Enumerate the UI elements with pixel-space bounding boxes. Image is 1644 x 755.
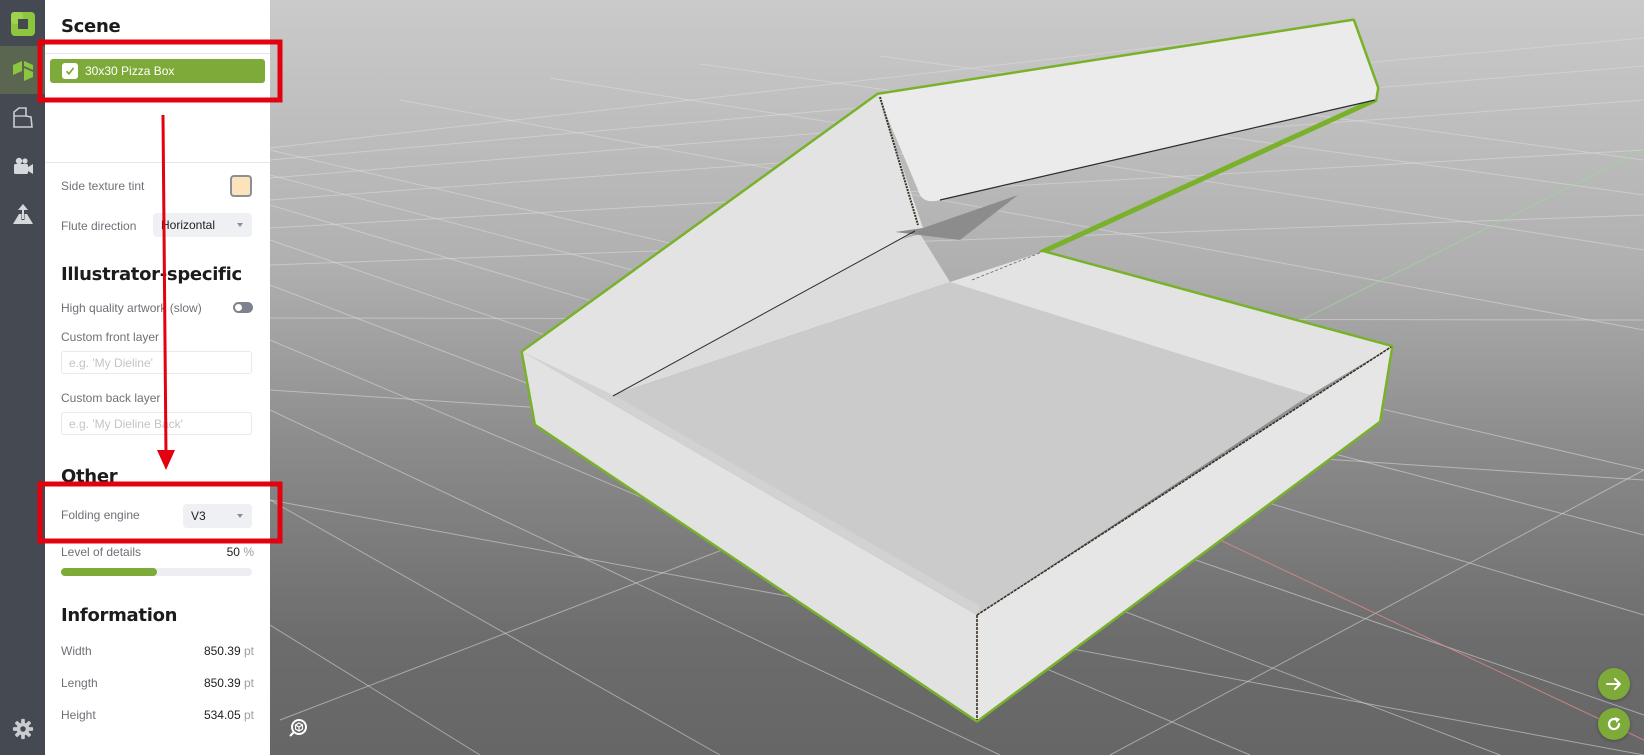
rail-item-home[interactable] (0, 0, 45, 48)
scene-item-label: 30x30 Pizza Box (85, 64, 175, 78)
custom-back-layer-input[interactable]: e.g. 'My Dieline Back' (61, 412, 252, 435)
toggle-knob (235, 304, 242, 311)
other-heading: Other (61, 466, 118, 487)
info-height-value: 534.05 pt (204, 708, 254, 722)
flute-direction-select[interactable]: Horizontal (153, 213, 252, 237)
dieline-icon (12, 107, 33, 128)
next-arrow-icon (1606, 678, 1621, 690)
rail-item-dieline[interactable] (0, 94, 45, 142)
next-button[interactable] (1598, 668, 1630, 700)
view-cube-icon (289, 719, 307, 737)
custom-front-layer-label: Custom front layer (61, 330, 160, 344)
folding-engine-select[interactable]: V3 (183, 504, 252, 528)
info-length-unit: pt (243, 676, 254, 690)
export-upload-icon (12, 204, 33, 224)
info-width-unit: pt (243, 644, 254, 658)
rail-item-3d[interactable] (0, 46, 45, 94)
info-height-unit: pt (243, 708, 254, 722)
high-quality-label: High quality artwork (slow) (61, 301, 202, 315)
scene-heading: Scene (61, 16, 121, 37)
info-height-number: 534.05 (203, 708, 241, 722)
scene-item-pizza-box[interactable]: 30x30 Pizza Box (50, 59, 265, 83)
grid-axis-red (1219, 539, 1644, 741)
information-heading: Information (61, 605, 178, 626)
flute-direction-value: Horizontal (161, 218, 216, 232)
level-of-details-label: Level of details (61, 545, 142, 559)
custom-front-layer-input[interactable]: e.g. 'My Dieline' (61, 351, 252, 374)
refresh-button[interactable] (1598, 708, 1630, 740)
level-of-details-fill (61, 568, 157, 576)
box-3d-icon (12, 61, 33, 81)
view-cube-button[interactable] (288, 718, 308, 738)
info-length-label: Length (61, 676, 98, 690)
refresh-icon (1607, 717, 1621, 731)
3d-viewport[interactable] (270, 0, 1644, 755)
video-camera-icon (13, 157, 33, 174)
custom-back-layer-placeholder: e.g. 'My Dieline Back' (69, 416, 183, 431)
level-of-details-number: 50 (226, 545, 240, 559)
folding-engine-value: V3 (191, 509, 206, 523)
chevron-down-icon (237, 514, 243, 518)
custom-front-layer-placeholder: e.g. 'My Dieline' (69, 355, 153, 370)
info-width-value: 850.39 pt (204, 644, 254, 658)
app-logo-icon (10, 12, 35, 36)
level-of-details-slider[interactable] (61, 568, 252, 576)
scene-render (270, 18, 1644, 755)
illustrator-heading: Illustrator-specific (61, 264, 242, 285)
icon-rail (0, 0, 45, 755)
properties-panel: Scene 30x30 Pizza Box Side texture tint … (45, 0, 270, 755)
level-of-details-value: 50 % (227, 545, 254, 559)
info-height-label: Height (61, 708, 96, 722)
side-texture-tint-swatch[interactable] (230, 175, 252, 197)
info-length-value: 850.39 pt (204, 676, 254, 690)
info-length-number: 850.39 (203, 676, 241, 690)
rail-item-export[interactable] (0, 190, 45, 238)
folding-engine-label: Folding engine (61, 508, 140, 522)
settings-gear-icon (12, 718, 33, 740)
level-of-details-unit: % (243, 545, 254, 559)
scene-item-checkbox[interactable] (62, 63, 78, 79)
settings-button[interactable] (0, 705, 45, 753)
divider (45, 162, 270, 163)
side-texture-tint-label: Side texture tint (61, 179, 145, 193)
high-quality-toggle[interactable] (233, 302, 253, 313)
flute-direction-label: Flute direction (61, 219, 137, 233)
info-width-label: Width (61, 644, 92, 658)
divider (45, 53, 270, 54)
custom-back-layer-label: Custom back layer (61, 391, 161, 405)
rail-item-video[interactable] (0, 142, 45, 190)
chevron-down-icon (237, 223, 243, 227)
info-width-number: 850.39 (203, 644, 241, 658)
checkmark-icon (65, 67, 75, 76)
